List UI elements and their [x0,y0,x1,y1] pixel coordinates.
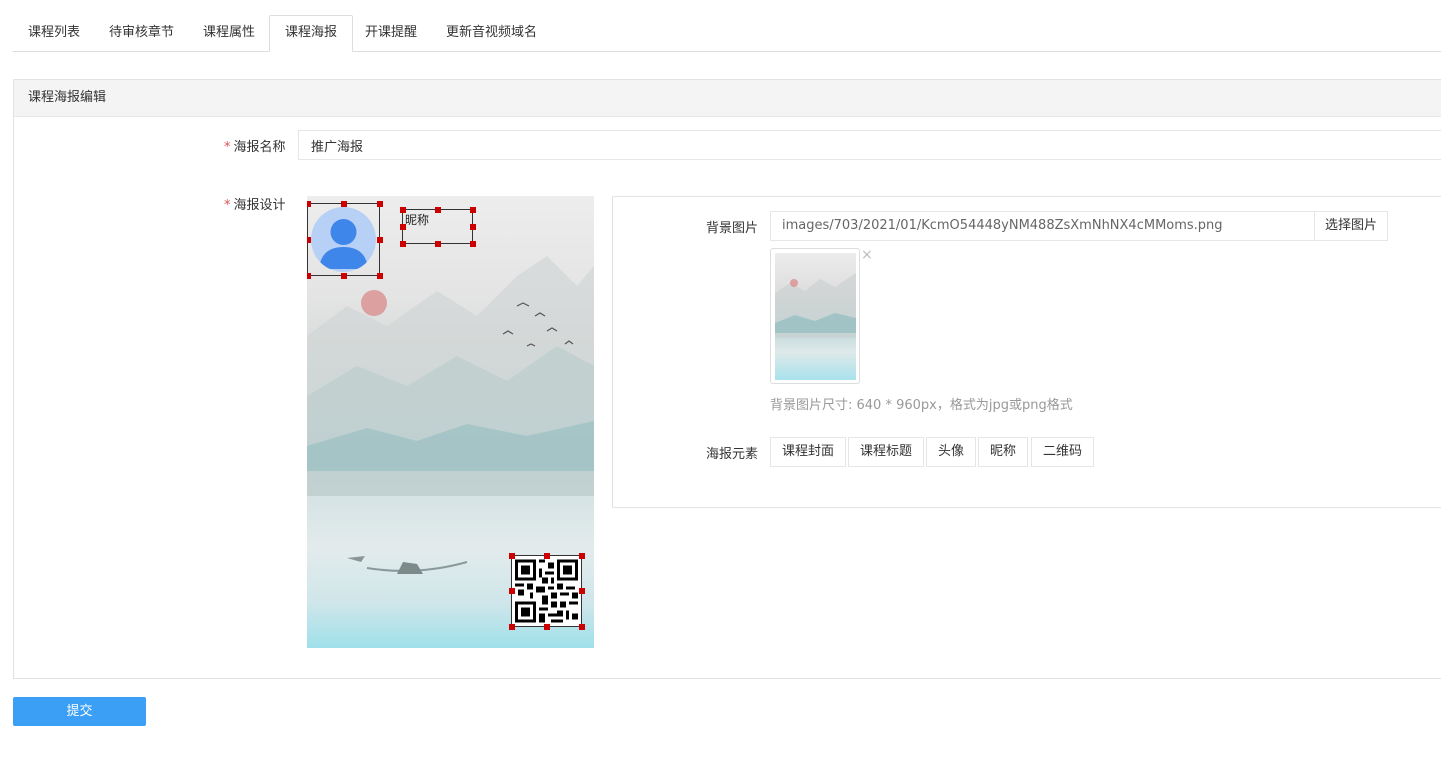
add-nickname-button[interactable]: 昵称 [978,437,1029,467]
resize-handle[interactable] [307,201,311,207]
resize-handle[interactable] [579,624,585,630]
resize-handle[interactable] [377,273,383,279]
qrcode-icon [512,556,581,626]
avatar-element[interactable] [307,201,383,279]
resize-handle[interactable] [400,207,406,213]
poster-elements-label: 海报元素 [706,447,759,462]
resize-handle[interactable] [400,241,406,247]
resize-handle[interactable] [377,201,383,207]
add-avatar-button[interactable]: 头像 [926,437,977,467]
resize-handle[interactable] [544,553,550,559]
bg-image-label: 背景图片 [706,221,759,236]
panel-title: 课程海报编辑 [14,80,1441,117]
add-course-title-button[interactable]: 课程标题 [848,437,925,467]
resize-handle[interactable] [544,624,550,630]
resize-handle[interactable] [470,224,476,230]
remove-image-icon[interactable]: × [861,247,873,263]
add-course-cover-button[interactable]: 课程封面 [770,437,847,467]
resize-handle[interactable] [307,237,311,243]
resize-handle[interactable] [377,237,383,243]
add-qrcode-button[interactable]: 二维码 [1031,437,1095,467]
bg-image-preview [775,253,856,380]
resize-handle[interactable] [307,273,311,279]
resize-handle[interactable] [435,241,441,247]
avatar [311,207,376,272]
resize-handle[interactable] [579,588,585,594]
tab-course-reminder[interactable]: 开课提醒 [350,15,432,52]
nickname-text: 昵称 [405,213,430,227]
qrcode-element[interactable] [509,553,585,630]
resize-handle[interactable] [341,201,347,207]
poster-name-input[interactable] [298,130,1441,160]
tab-pending-chapters[interactable]: 待审核章节 [94,15,189,52]
submit-button[interactable]: 提交 [13,697,146,726]
resize-handle[interactable] [509,588,515,594]
resize-handle[interactable] [509,624,515,630]
poster-design-label: * 海报设计 [224,198,286,213]
poster-config-box: 背景图片 images/703/2021/01/KcmO54448yNM488Z… [612,196,1441,508]
resize-handle[interactable] [470,241,476,247]
required-mark: * [224,140,231,155]
bg-image-hint: 背景图片尺寸: 640 * 960px，格式为jpg或png格式 [770,398,1073,413]
user-icon [319,219,368,269]
bg-image-thumbnail [770,248,860,384]
tab-bar: 课程列表 待审核章节 课程属性 课程海报 开课提醒 更新音视频域名 [13,15,1441,52]
resize-handle[interactable] [579,553,585,559]
tab-course-list[interactable]: 课程列表 [13,15,95,52]
resize-handle[interactable] [341,273,347,279]
nickname-element[interactable]: 昵称 [400,207,476,247]
thumbnail-art [775,273,856,338]
poster-name-label: * 海报名称 [224,140,286,155]
bg-image-path-input[interactable]: images/703/2021/01/KcmO54448yNM488ZsXmNh… [770,211,1315,241]
resize-handle[interactable] [470,207,476,213]
tab-course-poster[interactable]: 课程海报 [269,15,354,52]
resize-handle[interactable] [400,224,406,230]
poster-canvas[interactable]: 昵称 [307,196,594,648]
resize-handle[interactable] [435,207,441,213]
tab-course-attributes[interactable]: 课程属性 [188,15,270,52]
tab-update-media-domain[interactable]: 更新音视频域名 [431,15,552,52]
required-mark: * [224,198,231,213]
poster-edit-panel: 课程海报编辑 *海报名称 *海报设计 [13,79,1441,679]
resize-handle[interactable] [509,553,515,559]
select-image-button[interactable]: 选择图片 [1314,211,1388,241]
